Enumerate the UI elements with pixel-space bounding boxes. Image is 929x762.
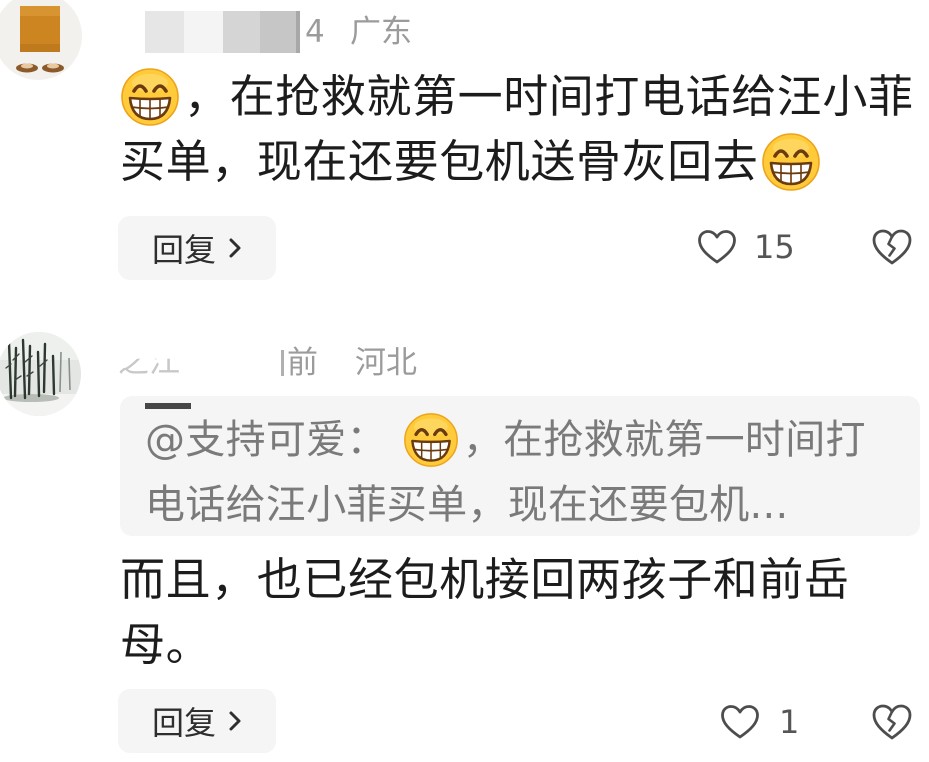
dislike-button[interactable] [871, 702, 913, 742]
quote-line: 电话给汪小菲买单，现在还要包机... [145, 473, 789, 537]
chevron-right-icon [228, 237, 242, 259]
comment-text: 母。 [120, 618, 212, 671]
username-blurred[interactable] [145, 11, 300, 53]
comment-text: 而且，也已经包机接回两孩子和前岳 [120, 553, 850, 606]
avatar-image [0, 332, 81, 416]
broken-heart-icon [871, 703, 913, 741]
comment-text-line: 而且，也已经包机接回两孩子和前岳 [120, 548, 850, 612]
dislike-button[interactable] [871, 227, 913, 267]
like-button[interactable]: 15 [697, 227, 795, 267]
comment-time: 4 [305, 14, 325, 50]
quote-text: ，在抢救就第一时间打 [462, 417, 866, 463]
text-fragment [281, 350, 284, 376]
comment-text-line: 母。 [120, 613, 211, 677]
like-count: 1 [779, 703, 800, 741]
reply-button[interactable]: 回复 [118, 216, 276, 280]
reply-label: 回复 [152, 231, 217, 269]
comment-text-line: ，在抢救就第一时间打电话给汪小菲 [120, 65, 914, 129]
comment-text-line: 买单，现在还要包机送骨灰回去 [120, 130, 821, 194]
avatar-image [0, 0, 82, 80]
like-count: 15 [754, 228, 795, 266]
avatar[interactable] [0, 332, 81, 416]
comment-text: ，在抢救就第一时间打电话给汪小菲 [184, 70, 914, 123]
heart-icon [697, 229, 737, 265]
grinning-emoji-icon [761, 132, 821, 192]
grinning-emoji-icon [120, 67, 180, 127]
comment-location: 广东 [350, 14, 412, 50]
reply-label: 回复 [152, 704, 217, 742]
username-partial[interactable]: 之江 [118, 359, 180, 382]
comment-time: 前 [287, 345, 318, 381]
reply-button[interactable]: 回复 [118, 689, 276, 753]
quote-line: @支持可爱： ，在抢救就第一时间打 [145, 408, 866, 472]
avatar[interactable] [0, 0, 82, 80]
broken-heart-icon [871, 228, 913, 266]
comment-location: 河北 [355, 345, 417, 381]
like-button[interactable]: 1 [720, 702, 799, 742]
chevron-right-icon [228, 710, 242, 732]
comment-text: 买单，现在还要包机送骨灰回去 [120, 135, 759, 188]
grinning-emoji-icon [403, 412, 459, 468]
heart-icon [720, 704, 760, 740]
quote-text: 电话给汪小菲买单，现在还要包机... [145, 482, 789, 528]
quote-mention: @支持可爱： [145, 417, 387, 463]
